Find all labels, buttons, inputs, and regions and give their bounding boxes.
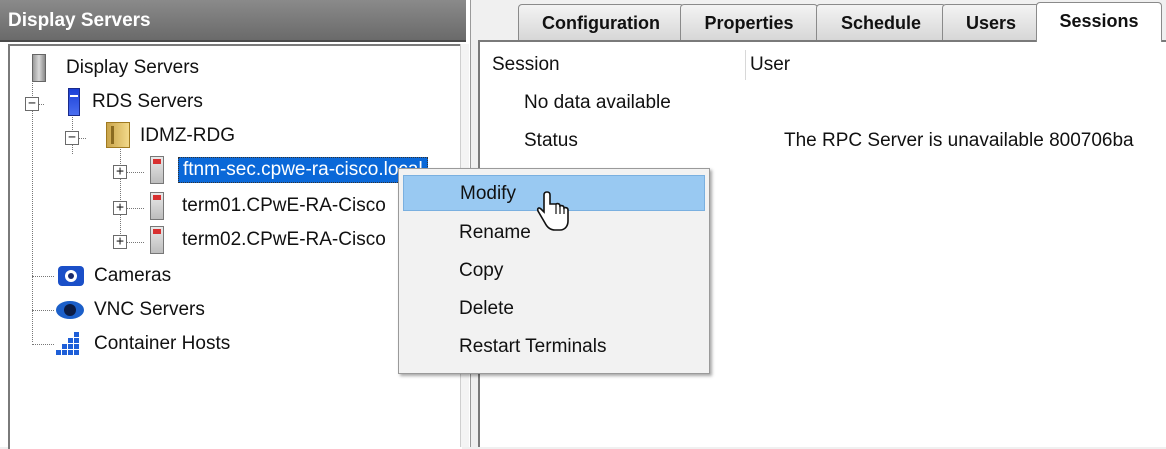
column-header-session[interactable]: Session [492, 54, 560, 76]
menu-item-delete[interactable]: Delete [403, 291, 705, 327]
hand-cursor-icon [536, 191, 569, 231]
tree-connector [120, 146, 121, 242]
tree-item-label: term02.CPwE-RA-Cisco [182, 229, 386, 250]
expand-icon[interactable]: + [113, 201, 127, 215]
tree-item-display-servers[interactable]: Display Servers [62, 52, 203, 84]
tab-users[interactable]: Users [942, 4, 1040, 40]
vnc-eye-icon [56, 301, 84, 319]
collapse-icon[interactable]: − [25, 97, 39, 111]
column-divider[interactable] [745, 50, 746, 80]
tree-item-rds-servers[interactable]: RDS Servers [88, 86, 207, 118]
tree-item-label: Cameras [94, 265, 172, 286]
tab-strip: Configuration Properties Schedule Users … [478, 0, 1166, 42]
tree-connector [32, 344, 54, 345]
status-label: Status [524, 130, 578, 151]
expand-icon[interactable]: + [113, 165, 127, 179]
tree-item-idmz-rdg[interactable]: IDMZ-RDG [136, 120, 239, 152]
tree-item-label: ftnm-sec.cpwe-ra-cisco.local [178, 157, 428, 183]
column-header-user[interactable]: User [750, 54, 790, 76]
tree-item-server[interactable]: term01.CPwE-RA-Cisco [178, 190, 390, 222]
tree-connector [32, 276, 54, 277]
tree-connector [32, 310, 54, 311]
camera-icon [58, 266, 84, 286]
tree-item-label: term01.CPwE-RA-Cisco [182, 195, 386, 216]
server-group-icon [106, 122, 130, 148]
display-servers-icon [32, 54, 46, 82]
tree-item-label: Container Hosts [94, 333, 231, 354]
rds-server-icon [68, 88, 80, 116]
tree-item-server[interactable]: term02.CPwE-RA-Cisco [178, 224, 390, 256]
tree-item-cameras[interactable]: Cameras [90, 260, 175, 292]
tree-item-label: VNC Servers [94, 299, 205, 320]
tree-item-label: RDS Servers [92, 91, 203, 112]
menu-item-restart-terminals[interactable]: Restart Terminals [403, 329, 705, 365]
server-tree: Display Servers − RDS Servers − IDMZ-RDG… [8, 44, 462, 449]
tab-configuration[interactable]: Configuration [518, 4, 684, 40]
panel-header: Display Servers [0, 0, 466, 42]
tab-properties[interactable]: Properties [680, 4, 818, 40]
menu-item-copy[interactable]: Copy [403, 253, 705, 289]
terminal-server-icon [150, 226, 164, 254]
terminal-server-icon [150, 192, 164, 220]
collapse-icon[interactable]: − [65, 131, 79, 145]
tab-schedule[interactable]: Schedule [816, 4, 946, 40]
tree-item-label: Display Servers [66, 57, 200, 78]
tree-item-server[interactable]: ftnm-sec.cpwe-ra-cisco.local [178, 154, 428, 186]
status-value: The RPC Server is unavailable 800706ba [784, 130, 1134, 151]
expand-icon[interactable]: + [113, 235, 127, 249]
terminal-server-icon [150, 156, 164, 184]
container-hosts-icon [56, 332, 84, 355]
tree-item-container-hosts[interactable]: Container Hosts [90, 328, 234, 360]
tab-sessions[interactable]: Sessions [1036, 2, 1162, 42]
no-data-message: No data available [524, 92, 671, 113]
tree-connector [32, 78, 33, 342]
tree-item-vnc-servers[interactable]: VNC Servers [90, 294, 209, 326]
tree-item-label: IDMZ-RDG [140, 125, 235, 146]
